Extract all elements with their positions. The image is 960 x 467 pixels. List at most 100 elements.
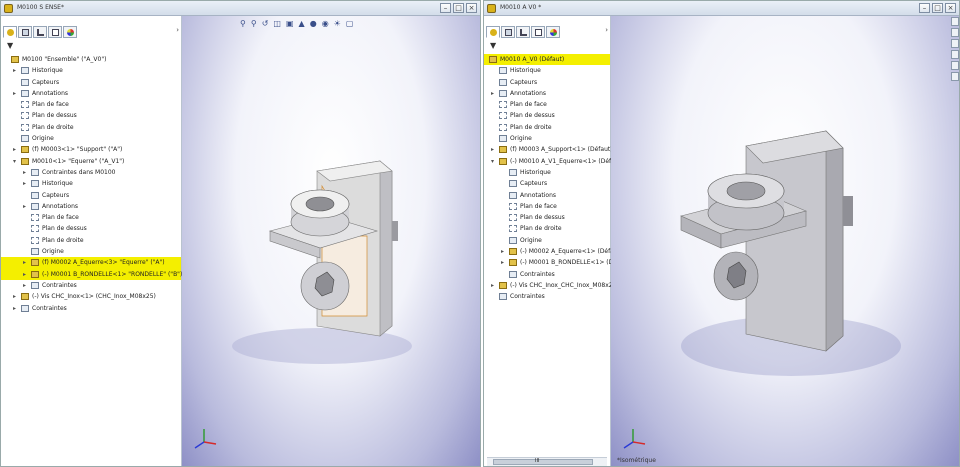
tree-item[interactable]: ▾ (-) M0010 A_V1_Equerre<1> (Défaut) xyxy=(484,156,623,167)
tree-item[interactable]: ▸ Historique xyxy=(1,65,181,76)
tree-item[interactable]: ▸ (f) M0003 A_Support<1> (Défaut) xyxy=(484,144,613,155)
tree-item[interactable]: ▸ (-) Vis CHC_Inox_CHC_Inox_M08x25- xyxy=(484,280,619,291)
tree-item[interactable]: Contraintes xyxy=(484,291,610,302)
expand-toggle-icon[interactable]: ▸ xyxy=(491,88,494,99)
property-manager-tab[interactable] xyxy=(501,26,515,38)
filter-icon[interactable]: ▼ xyxy=(490,41,496,50)
expand-toggle-icon[interactable]: ▸ xyxy=(501,257,504,268)
expand-toggle-icon[interactable]: ▸ xyxy=(23,167,26,178)
tabs-scroll-icon[interactable]: › xyxy=(605,26,608,34)
expand-toggle-icon[interactable]: ▸ xyxy=(491,144,494,155)
tree-item[interactable]: Origine xyxy=(1,246,181,257)
tree-item[interactable]: Capteurs xyxy=(484,77,610,88)
tree-item[interactable]: ▾ M0010<1> "Equerre" ("A_V1") xyxy=(1,156,181,167)
tree-item[interactable]: M0100 "Ensemble" ("A_V0") xyxy=(1,54,181,65)
tree-item[interactable]: Plan de droite xyxy=(484,122,610,133)
assembly-3d-model[interactable] xyxy=(611,16,960,467)
right-title-bar[interactable]: M0010 A V0 * – □ × xyxy=(484,1,959,16)
tree-item[interactable]: ▸ (-) M0001 B_RONDELLE<1> "RONDELLE" ("B"… xyxy=(1,268,183,280)
tree-item[interactable]: Plan de face xyxy=(1,99,181,110)
maximize-button[interactable]: □ xyxy=(932,3,943,13)
tree-item[interactable]: Plan de face xyxy=(484,99,610,110)
minimize-button[interactable]: – xyxy=(440,3,451,13)
filter-icon[interactable]: ▼ xyxy=(7,41,13,50)
assembly-3d-model[interactable] xyxy=(182,16,480,467)
expand-toggle-icon[interactable]: ▸ xyxy=(23,269,26,280)
tree-item[interactable]: Contraintes xyxy=(484,269,610,280)
feature-manager-tab[interactable] xyxy=(3,26,17,38)
close-button[interactable]: × xyxy=(466,3,477,13)
dimxpert-tab[interactable] xyxy=(48,26,62,38)
close-button[interactable]: × xyxy=(945,3,956,13)
tree-item[interactable]: Origine xyxy=(1,133,181,144)
display-manager-tab[interactable] xyxy=(63,26,77,38)
expand-toggle-icon[interactable]: ▸ xyxy=(13,303,16,314)
expand-toggle-icon[interactable]: ▸ xyxy=(23,280,26,291)
expand-toggle-icon[interactable]: ▸ xyxy=(13,88,16,99)
expand-toggle-icon[interactable]: ▾ xyxy=(491,156,494,167)
tree-item[interactable]: Capteurs xyxy=(1,190,181,201)
tree-item-label: (-) M0001 B_RONDELLE<1> "RONDELLE" ("B") xyxy=(42,270,183,278)
expand-toggle-icon[interactable]: ▸ xyxy=(13,144,16,155)
expand-toggle-icon[interactable]: ▸ xyxy=(491,280,494,291)
tabs-scroll-icon[interactable]: › xyxy=(176,26,179,34)
expand-toggle-icon[interactable]: ▸ xyxy=(23,257,26,268)
configuration-manager-tab[interactable] xyxy=(516,26,530,38)
part-icon xyxy=(21,146,29,154)
tree-item[interactable]: Plan de droite xyxy=(1,122,181,133)
tree-item[interactable]: ▸ Historique xyxy=(1,178,181,189)
tree-item[interactable]: ▸ Contraintes xyxy=(1,280,181,291)
tree-item[interactable]: ▸ Annotations xyxy=(1,88,181,99)
configuration-manager-tab[interactable] xyxy=(33,26,47,38)
resources-tab-icon[interactable] xyxy=(951,17,959,26)
tree-item[interactable]: Historique xyxy=(484,65,610,76)
expand-toggle-icon[interactable]: ▸ xyxy=(23,201,26,212)
tree-item[interactable]: Annotations xyxy=(484,190,610,201)
tree-item[interactable]: ▸ Annotations xyxy=(484,88,610,99)
tree-item[interactable]: M0010 A_V0 (Défaut) xyxy=(484,54,610,66)
appearances-tab-icon[interactable] xyxy=(951,61,959,70)
expand-toggle-icon[interactable]: ▸ xyxy=(13,65,16,76)
tree-item[interactable]: ▸ (-) M0001 B_RONDELLE<1> (Dé xyxy=(484,257,617,268)
left-title-bar[interactable]: M0100 S ENSE* – □ × xyxy=(1,1,480,16)
expand-toggle-icon[interactable]: ▸ xyxy=(13,291,16,302)
expand-toggle-icon[interactable]: ▾ xyxy=(13,156,16,167)
tree-item[interactable]: Origine xyxy=(484,235,610,246)
tree-item-label: Contraintes xyxy=(42,281,77,289)
tree-item[interactable]: Historique xyxy=(484,167,610,178)
minimize-button[interactable]: – xyxy=(919,3,930,13)
property-manager-tab[interactable] xyxy=(18,26,32,38)
tree-item[interactable]: Capteurs xyxy=(484,178,610,189)
tree-horizontal-scrollbar[interactable]: III xyxy=(487,457,607,466)
tree-item[interactable]: Plan de dessus xyxy=(1,223,181,234)
file-explorer-tab-icon[interactable] xyxy=(951,39,959,48)
tree-item[interactable]: ▸ (f) M0003<1> "Support" ("A") xyxy=(1,144,181,155)
expand-toggle-icon[interactable]: ▸ xyxy=(23,178,26,189)
tree-item[interactable]: Plan de dessus xyxy=(484,110,610,121)
tree-item[interactable]: Plan de face xyxy=(484,201,610,212)
custom-properties-tab-icon[interactable] xyxy=(951,72,959,81)
feature-manager-tab[interactable] xyxy=(486,26,500,38)
tree-item[interactable]: Capteurs xyxy=(1,77,181,88)
tree-item[interactable]: Plan de droite xyxy=(1,235,181,246)
tree-item[interactable]: ▸ (-) Vis CHC_Inox<1> (CHC_Inox_M08x25) xyxy=(1,291,181,302)
tree-item[interactable]: ▸ (f) M0002 A_Equerre<3> "Equerre" ("A") xyxy=(1,257,181,269)
design-library-tab-icon[interactable] xyxy=(951,28,959,37)
maximize-button[interactable]: □ xyxy=(453,3,464,13)
view-palette-tab-icon[interactable] xyxy=(951,50,959,59)
tree-item[interactable]: ▸ Annotations xyxy=(1,201,181,212)
tree-item[interactable]: Plan de face xyxy=(1,212,181,223)
tree-item[interactable]: Plan de dessus xyxy=(1,110,181,121)
tree-item[interactable]: ▸ (-) M0002 A_Equerre<1> (Défau xyxy=(484,246,618,257)
display-manager-tab[interactable] xyxy=(546,26,560,38)
tree-item[interactable]: Origine xyxy=(484,133,610,144)
graphics-area-right[interactable]: *Isométrique xyxy=(611,16,959,466)
tree-item[interactable]: ▸ Contraintes xyxy=(1,303,181,314)
tree-item[interactable]: Plan de dessus xyxy=(484,212,610,223)
tree-item[interactable]: Plan de droite xyxy=(484,223,610,234)
dimxpert-tab[interactable] xyxy=(531,26,545,38)
tree-item[interactable]: ▸ Contraintes dans M0100 xyxy=(1,167,181,178)
expand-toggle-icon[interactable]: ▸ xyxy=(501,246,504,257)
scrollbar-thumb[interactable] xyxy=(493,459,593,465)
graphics-area-left[interactable]: ⚲ ⚲ ↺ ◫ ▣ ▲ ● ◉ ☀ ▢ xyxy=(182,16,480,466)
